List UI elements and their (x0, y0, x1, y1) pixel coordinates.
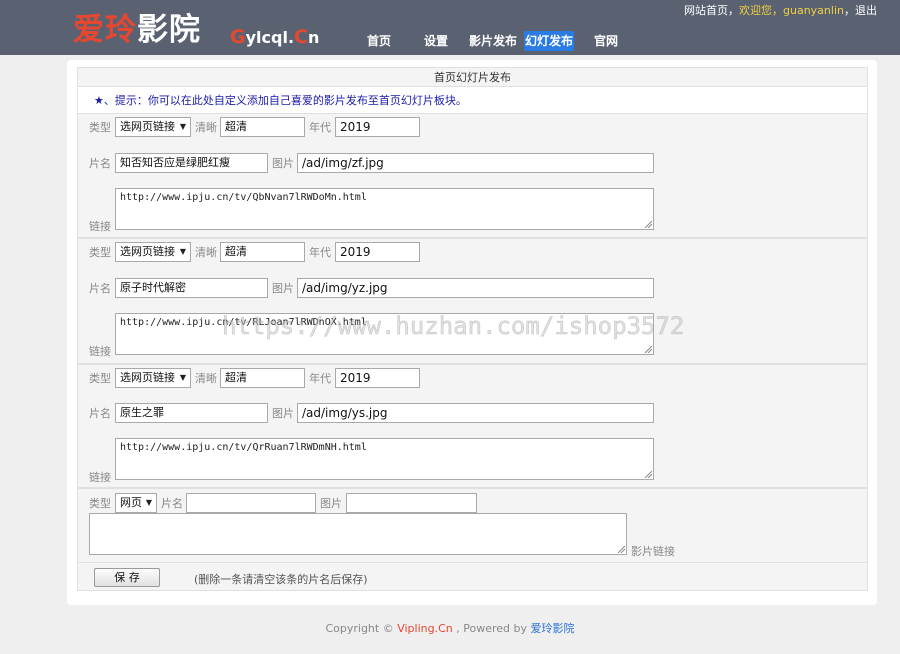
image-label: 图片 (272, 407, 294, 420)
logo-white-text: 影院 (137, 12, 201, 48)
username[interactable]: guanyanlin (783, 4, 844, 17)
name-label: 片名 (161, 497, 183, 510)
new-link-textarea[interactable] (89, 513, 627, 555)
year-input[interactable]: 2019 (335, 368, 420, 388)
type-select[interactable]: 选网页链接 ▼ (115, 117, 191, 137)
footer-copyright: Copyright © (325, 622, 398, 635)
name-input[interactable]: 知否知否应是绿肥红瘦 (115, 153, 268, 173)
type-label: 类型 (89, 246, 111, 259)
clarity-label: 清晰 (195, 372, 217, 385)
footer-brand-link[interactable]: 爱玲影院 (531, 622, 575, 635)
new-name-input[interactable] (186, 493, 316, 513)
nav-home[interactable]: 首页 (362, 31, 396, 51)
save-button[interactable]: 保 存 (94, 568, 160, 587)
save-row: 保 存 (删除一条请清空该条的片名后保存) (77, 563, 868, 591)
movie-link-label: 影片链接 (631, 545, 675, 558)
site-home-link[interactable]: 网站首页 (684, 4, 728, 17)
user-bar: 网站首页，欢迎您，guanyanlin，退出 (684, 4, 877, 18)
chevron-down-icon: ▼ (179, 122, 186, 131)
name-input[interactable]: 原生之罪 (115, 403, 268, 423)
year-input[interactable]: 2019 (335, 242, 420, 262)
resize-grip-icon[interactable] (644, 470, 652, 478)
clarity-label: 清晰 (195, 121, 217, 134)
year-label: 年代 (309, 246, 331, 259)
image-input[interactable]: /ad/img/ys.jpg (297, 403, 654, 423)
page-footer: Copyright © Vipling.Cn , Powered by 爱玲影院 (0, 620, 900, 636)
year-input[interactable]: 2019 (335, 117, 420, 137)
chevron-down-icon: ▼ (179, 373, 186, 382)
link-textarea-value: http://www.ipju.cn/tv/QrRuan7lRWDmNH.htm… (120, 442, 367, 453)
resize-grip-icon[interactable] (644, 220, 652, 228)
welcome-text: 欢迎您， (739, 4, 783, 17)
link-label: 链接 (89, 220, 111, 233)
logo-domain-end: n (307, 28, 320, 47)
clarity-input[interactable]: 超清 (220, 242, 305, 262)
new-type-select-value: 网页 (120, 496, 142, 509)
type-label: 类型 (89, 497, 111, 510)
name-label: 片名 (89, 157, 111, 170)
userbar-sep-2: ， (843, 4, 855, 17)
save-note: (删除一条请清空该条的片名后保存) (194, 573, 368, 586)
name-label: 片名 (89, 282, 111, 295)
link-textarea-value: http://www.ipju.cn/tv/QbNvan7lRWDoMn.htm… (120, 192, 367, 203)
year-label: 年代 (309, 121, 331, 134)
nav-movie-publish[interactable]: 影片发布 (467, 31, 519, 51)
type-select-value: 选网页链接 (120, 120, 175, 133)
image-label: 图片 (320, 497, 342, 510)
logout-link[interactable]: 退出 (855, 4, 877, 17)
link-textarea[interactable]: http://www.ipju.cn/tv/RLJoan7lRWDnOX.htm… (115, 313, 654, 355)
name-label: 片名 (89, 407, 111, 420)
chevron-down-icon: ▼ (145, 498, 152, 507)
tip-text: ★、提示：你可以在此处自定义添加自己喜爱的影片发布至首页幻灯片板块。 (77, 88, 868, 114)
type-select-value: 选网页链接 (120, 371, 175, 384)
year-label: 年代 (309, 372, 331, 385)
new-image-input[interactable] (346, 493, 477, 513)
image-input[interactable]: /ad/img/zf.jpg (297, 153, 654, 173)
chevron-down-icon: ▼ (179, 247, 186, 256)
link-label: 链接 (89, 345, 111, 358)
clarity-input[interactable]: 超清 (220, 368, 305, 388)
link-textarea[interactable]: http://www.ipju.cn/tv/QrRuan7lRWDmNH.htm… (115, 438, 654, 480)
image-label: 图片 (272, 282, 294, 295)
link-label: 链接 (89, 471, 111, 484)
type-select[interactable]: 选网页链接 ▼ (115, 368, 191, 388)
link-textarea-value: http://www.ipju.cn/tv/RLJoan7lRWDnOX.htm… (120, 317, 367, 328)
clarity-label: 清晰 (195, 246, 217, 259)
logo-domain-g: G (230, 26, 246, 48)
logo-domain-mid: ylcql. (245, 28, 295, 47)
logo-domain: Gylcql.Cn (230, 26, 319, 49)
logo-domain-c: C (294, 26, 308, 48)
resize-grip-icon[interactable] (617, 545, 625, 553)
image-input[interactable]: /ad/img/yz.jpg (297, 278, 654, 298)
new-type-select[interactable]: 网页 ▼ (115, 493, 157, 513)
clarity-input[interactable]: 超清 (220, 117, 305, 137)
type-label: 类型 (89, 121, 111, 134)
userbar-sep: ， (728, 4, 739, 17)
name-input[interactable]: 原子时代解密 (115, 278, 268, 298)
panel-title: 首页幻灯片发布 (77, 67, 868, 87)
type-select-value: 选网页链接 (120, 245, 175, 258)
nav-settings[interactable]: 设置 (419, 31, 453, 51)
nav-official-site[interactable]: 官网 (589, 31, 623, 51)
resize-grip-icon[interactable] (644, 345, 652, 353)
image-label: 图片 (272, 157, 294, 170)
link-textarea[interactable]: http://www.ipju.cn/tv/QbNvan7lRWDoMn.htm… (115, 188, 654, 230)
type-select[interactable]: 选网页链接 ▼ (115, 242, 191, 262)
footer-powered: , Powered by (452, 622, 531, 635)
footer-site-link[interactable]: Vipling.Cn (397, 622, 453, 635)
site-logo[interactable]: 爱玲影院 (73, 10, 201, 50)
nav-slide-publish[interactable]: 幻灯发布 (524, 31, 574, 51)
type-label: 类型 (89, 372, 111, 385)
logo-red-text: 爱玲 (73, 12, 137, 48)
